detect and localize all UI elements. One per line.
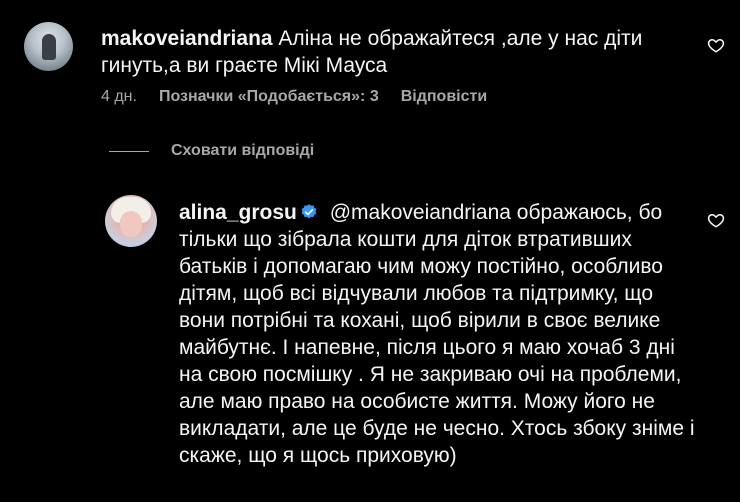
heart-outline-icon[interactable] [707,36,725,54]
commenter-avatar[interactable] [24,22,73,71]
comment-time: 4 дн. [101,88,137,105]
comment-meta: 4 дн. Позначки «Подобається»: 3 Відповіс… [101,88,487,106]
hide-replies-label: Сховати відповіді [171,142,315,159]
avatar-figure [42,34,56,60]
reply-text: ображаюсь, бо тільки що зібрала кошти дл… [179,201,695,467]
comment-body: makoveiandriana Аліна не ображайтеся ,ал… [101,25,681,79]
avatar-face [120,211,142,237]
divider [109,150,149,152]
reply-button[interactable]: Відповісти [401,88,487,106]
comment-username[interactable]: makoveiandriana [101,27,273,50]
reply-mention[interactable]: @makoveiandriana [330,201,511,224]
reply-username[interactable]: alina_grosu [179,201,297,224]
reply-body: alina_grosu @makoveiandriana ображаюсь, … [179,199,699,469]
verified-badge-icon [301,204,317,219]
reply-avatar[interactable] [105,195,157,247]
comment-likes-link[interactable]: Позначки «Подобається»: 3 [159,88,379,106]
hide-replies-button[interactable]: Сховати відповіді [109,142,314,160]
heart-outline-icon[interactable] [707,211,725,229]
